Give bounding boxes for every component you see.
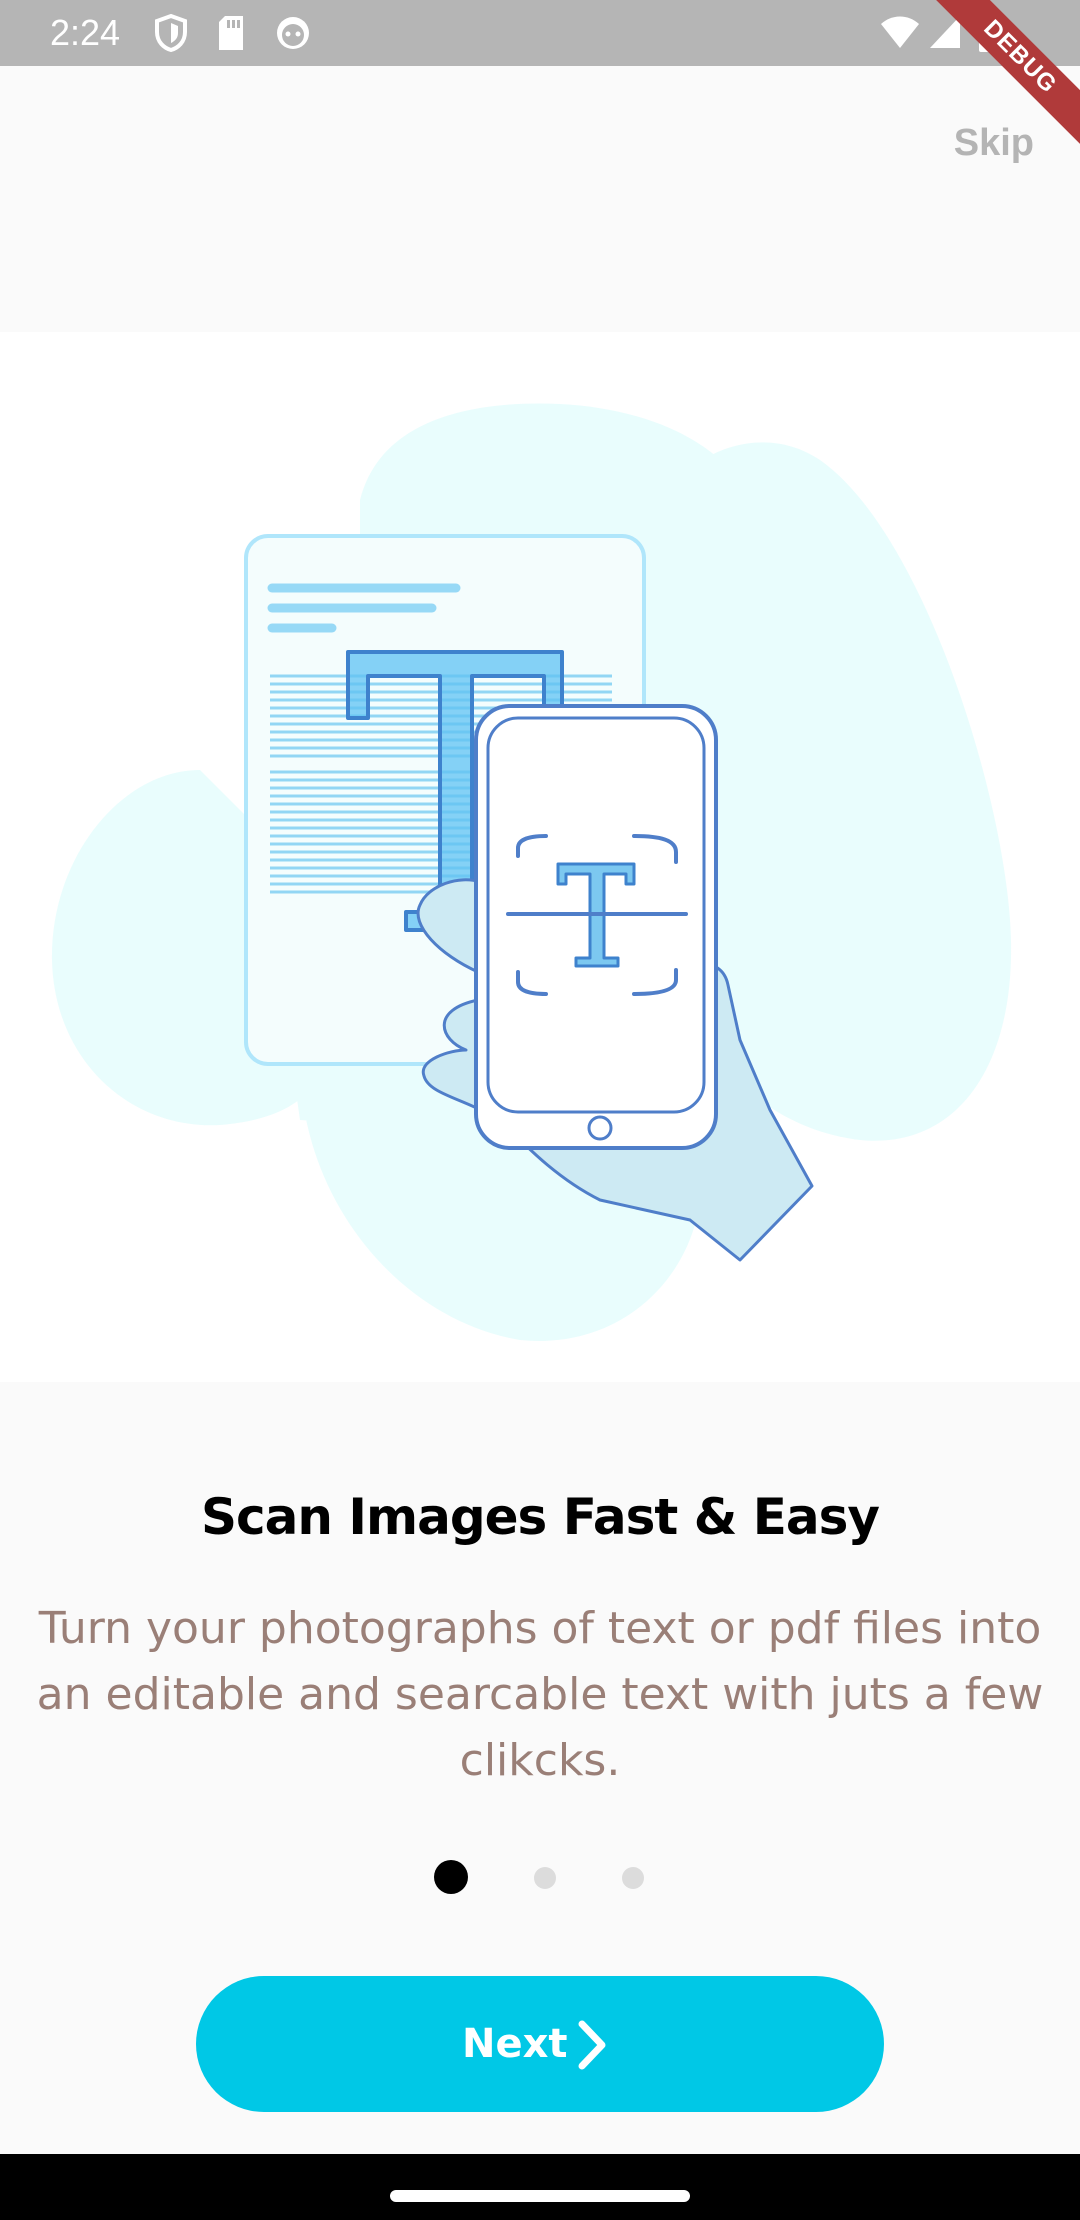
sd-card-icon <box>219 16 243 50</box>
status-bar: 2:24 <box>0 0 1080 66</box>
system-navigation-bar <box>0 2154 1080 2220</box>
chevron-right-icon <box>578 2020 606 2070</box>
document-scan-illustration <box>51 403 1012 1341</box>
page-indicator <box>0 1860 1080 1896</box>
page-dot-active[interactable] <box>434 1860 468 1894</box>
home-gesture-handle[interactable] <box>390 2190 690 2202</box>
page-dot[interactable] <box>534 1867 556 1889</box>
phone-home-button <box>587 1115 613 1141</box>
illustration-panel <box>0 332 1080 1382</box>
next-button-label: Next <box>462 2021 568 2067</box>
status-time: 2:24 <box>50 12 121 53</box>
skip-button[interactable]: Skip <box>954 122 1034 165</box>
android-icon <box>277 17 309 49</box>
onboarding-title: Scan Images Fast & Easy <box>200 1488 880 1546</box>
onboarding-description: Turn your photographs of text or pdf fil… <box>36 1603 1044 1786</box>
next-button[interactable]: Next <box>196 1976 884 2112</box>
wifi-icon <box>881 16 919 48</box>
shield-icon <box>155 14 187 52</box>
page-dot[interactable] <box>622 1867 644 1889</box>
